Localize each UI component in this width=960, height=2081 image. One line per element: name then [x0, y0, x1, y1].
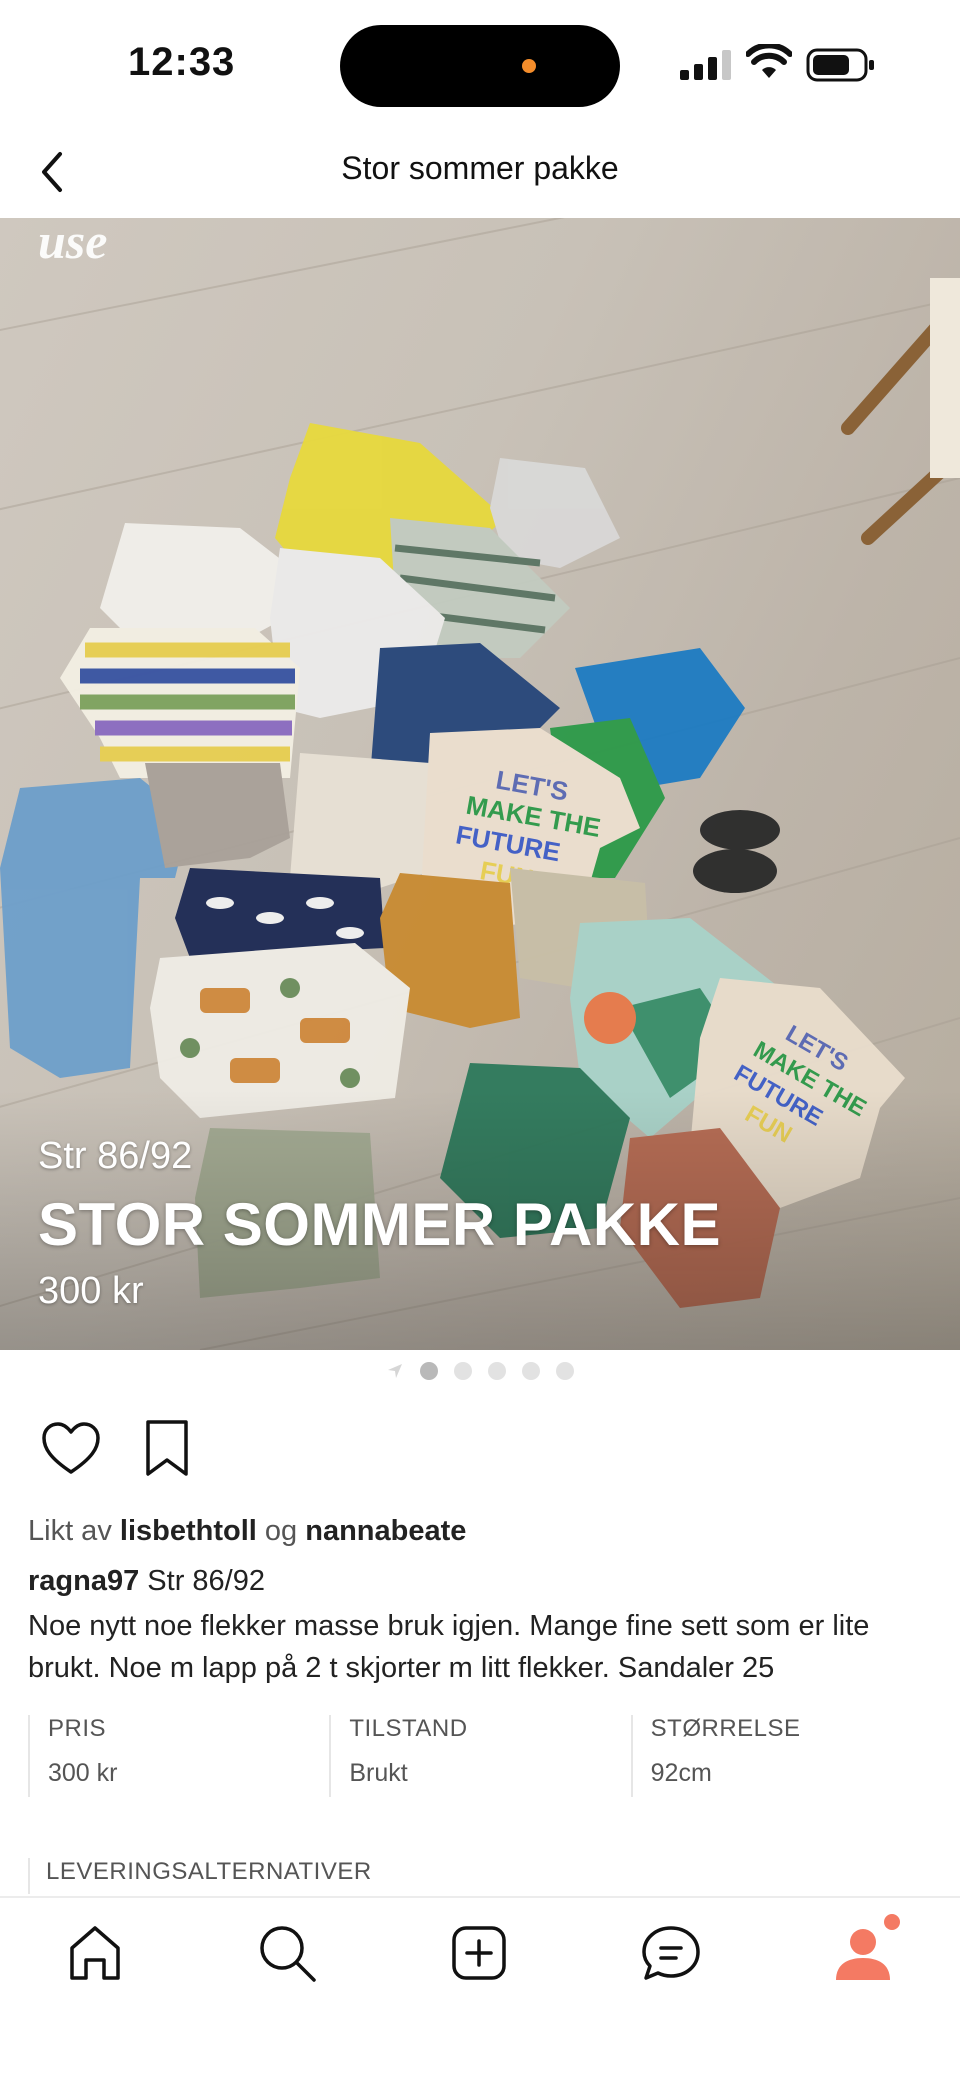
home-icon [70, 1926, 120, 1980]
listing-description: Noe nytt noe flekker masse bruk igjen. M… [28, 1610, 870, 1684]
pager-dot[interactable] [488, 1362, 506, 1380]
bookmark-icon[interactable] [140, 1416, 194, 1480]
attributes-row: PRIS 300 kr TILSTAND Brukt STØRRELSE 92c… [28, 1715, 932, 1797]
plus-square-icon [452, 1926, 506, 1980]
heart-icon[interactable] [40, 1420, 102, 1478]
watermark-logo: use [38, 218, 108, 269]
wifi-icon [746, 44, 792, 78]
liked-by-prefix: Likt av [28, 1515, 112, 1547]
cellular-signal-icon [680, 50, 731, 80]
attribute-label: TILSTAND [349, 1715, 468, 1742]
seller-caption: ragna97 Str 86/92 [28, 1565, 265, 1598]
seller-size-caption: Str 86/92 [147, 1565, 265, 1597]
tab-bar [0, 1896, 960, 2081]
attribute-size: STØRRELSE 92cm [630, 1715, 932, 1797]
status-bar: 12:33 [0, 0, 960, 130]
tab-profile[interactable] [828, 1914, 900, 1988]
tab-home[interactable] [60, 1918, 130, 1988]
photo-title-caption: STOR SOMMER PAKKE [38, 1191, 722, 1258]
page-title: Stor sommer pakke [341, 150, 619, 186]
tab-messages[interactable] [636, 1918, 706, 1988]
liker-link[interactable]: nannabeate [305, 1515, 466, 1547]
location-arrow-icon [388, 1364, 402, 1378]
seller-username[interactable]: ragna97 [28, 1565, 139, 1597]
tab-add[interactable] [444, 1918, 514, 1988]
chat-bubble-icon [642, 1926, 700, 1980]
search-icon [260, 1926, 316, 1982]
liker-link[interactable]: lisbethtoll [120, 1515, 257, 1547]
pager-dot[interactable] [522, 1362, 540, 1380]
photo-price-caption: 300 kr [38, 1270, 144, 1312]
attribute-price: PRIS 300 kr [28, 1715, 329, 1797]
recording-indicator [522, 59, 536, 73]
tab-search[interactable] [252, 1918, 322, 1988]
liked-by-connector: og [264, 1515, 298, 1547]
status-time: 12:33 [128, 40, 236, 84]
dynamic-island [340, 25, 620, 107]
attribute-label: PRIS [48, 1715, 107, 1742]
battery-icon [806, 48, 874, 82]
delivery-options-heading[interactable]: LEVERINGSALTERNATIVER [28, 1858, 372, 1894]
attribute-condition: TILSTAND Brukt [329, 1715, 630, 1797]
photo-size-caption: Str 86/92 [38, 1135, 193, 1177]
liked-by-text: Likt av lisbethtoll og nannabeate [28, 1515, 466, 1548]
pager-dot[interactable] [556, 1362, 574, 1380]
photo-pager [0, 1359, 960, 1383]
attribute-value: Brukt [349, 1759, 408, 1787]
pager-dot[interactable] [454, 1362, 472, 1380]
attribute-label: STØRRELSE [650, 1715, 801, 1742]
notification-badge [884, 1914, 900, 1930]
pager-dot[interactable] [420, 1362, 438, 1380]
listing-photo[interactable]: LET'S MAKE THE FUTURE FUN LET'S MAKE THE… [0, 218, 960, 1350]
nav-bar: Stor sommer pakke [0, 130, 960, 218]
attribute-value: 92cm [650, 1759, 712, 1787]
attribute-value: 300 kr [48, 1759, 118, 1787]
